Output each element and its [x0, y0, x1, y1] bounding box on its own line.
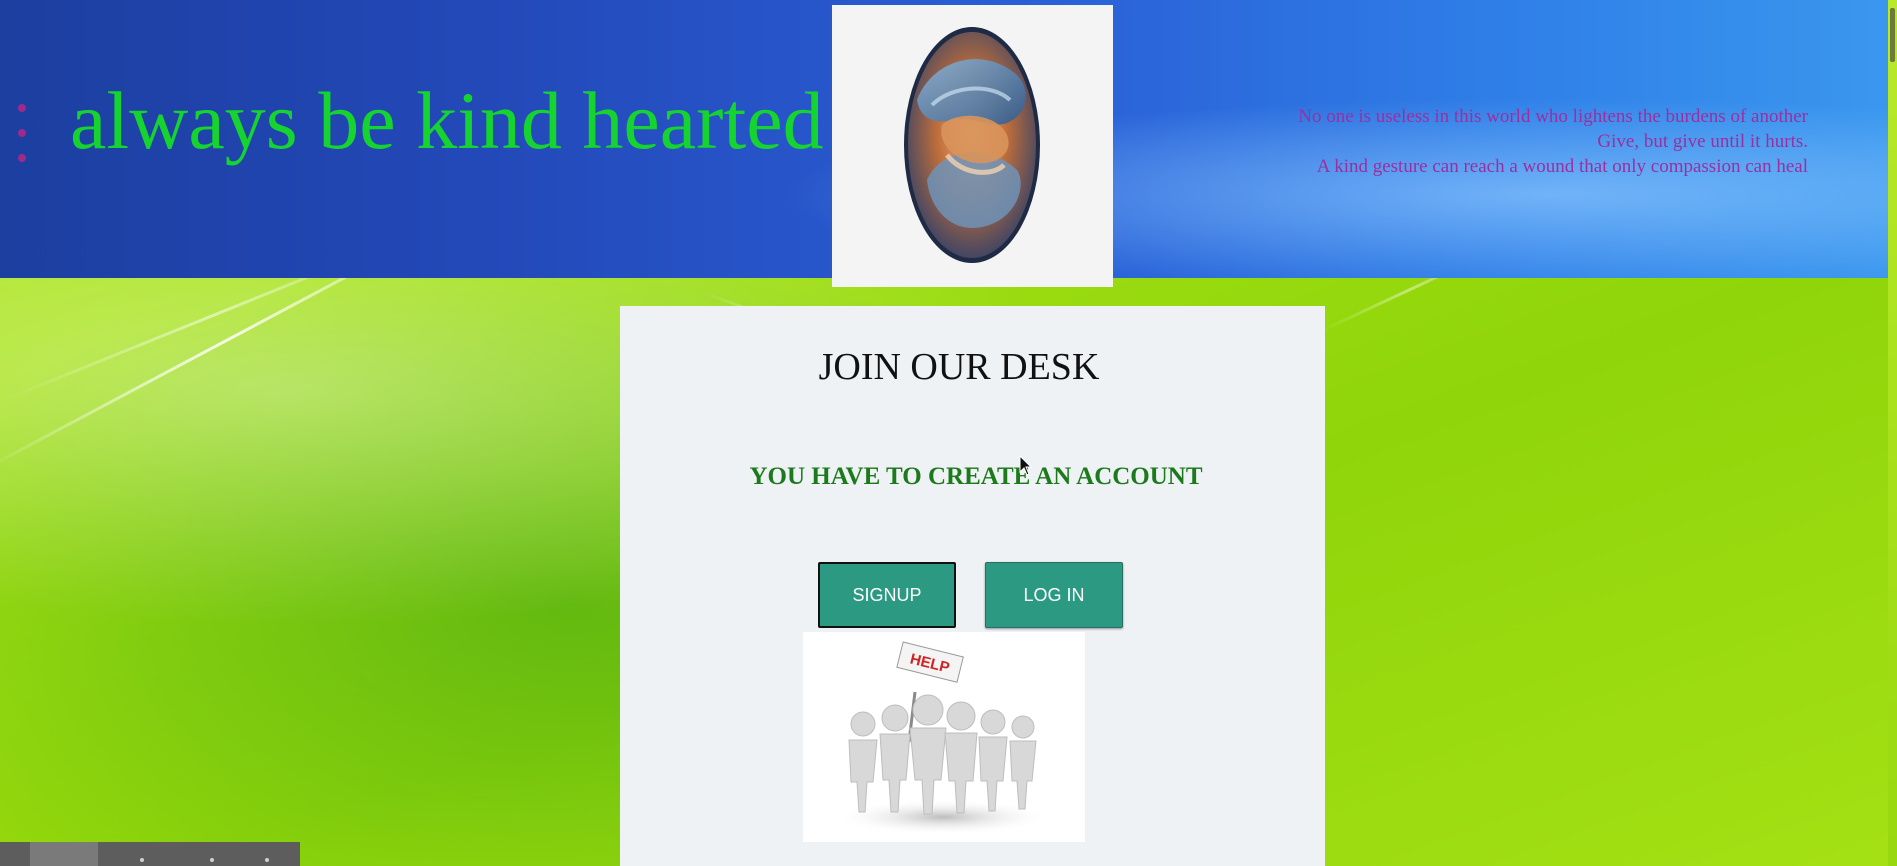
- bullet-list-markers: [18, 104, 30, 179]
- taskbar-indicator: [210, 858, 214, 862]
- quote-line: No one is useless in this world who ligh…: [1298, 106, 1808, 127]
- login-button[interactable]: LOG IN: [985, 562, 1123, 628]
- taskbar-button[interactable]: [30, 842, 98, 866]
- vertical-scrollbar[interactable]: [1888, 0, 1897, 866]
- bullet-marker: [18, 129, 26, 137]
- scrollbar-thumb[interactable]: [1890, 8, 1895, 62]
- quote-line: A kind gesture can reach a wound that on…: [1316, 156, 1808, 177]
- signup-button[interactable]: SIGNUP: [818, 562, 956, 628]
- bullet-marker: [18, 104, 26, 112]
- hands-logo-image: [832, 5, 1113, 287]
- site-header: always be kind hearted No one is useless…: [0, 0, 1888, 287]
- help-group-icon: HELP: [833, 641, 1053, 835]
- join-title: JOIN OUR DESK: [818, 346, 1100, 388]
- kindness-quotes: No one is useless in this world who ligh…: [1298, 104, 1808, 179]
- taskbar: [0, 842, 300, 866]
- holding-hands-icon: [904, 27, 1040, 263]
- taskbar-indicator: [265, 858, 269, 862]
- help-people-image: HELP: [803, 632, 1085, 842]
- taskbar-indicator: [140, 858, 144, 862]
- motto-heading: always be kind hearted: [70, 75, 824, 166]
- create-account-subtitle: YOU HAVE TO CREATE AN ACCOUNT: [749, 463, 1203, 490]
- bullet-marker: [18, 154, 26, 162]
- quote-line: Give, but give until it hurts.: [1597, 131, 1808, 152]
- page: always be kind hearted No one is useless…: [0, 0, 1897, 866]
- mouse-cursor-icon: [1019, 455, 1033, 476]
